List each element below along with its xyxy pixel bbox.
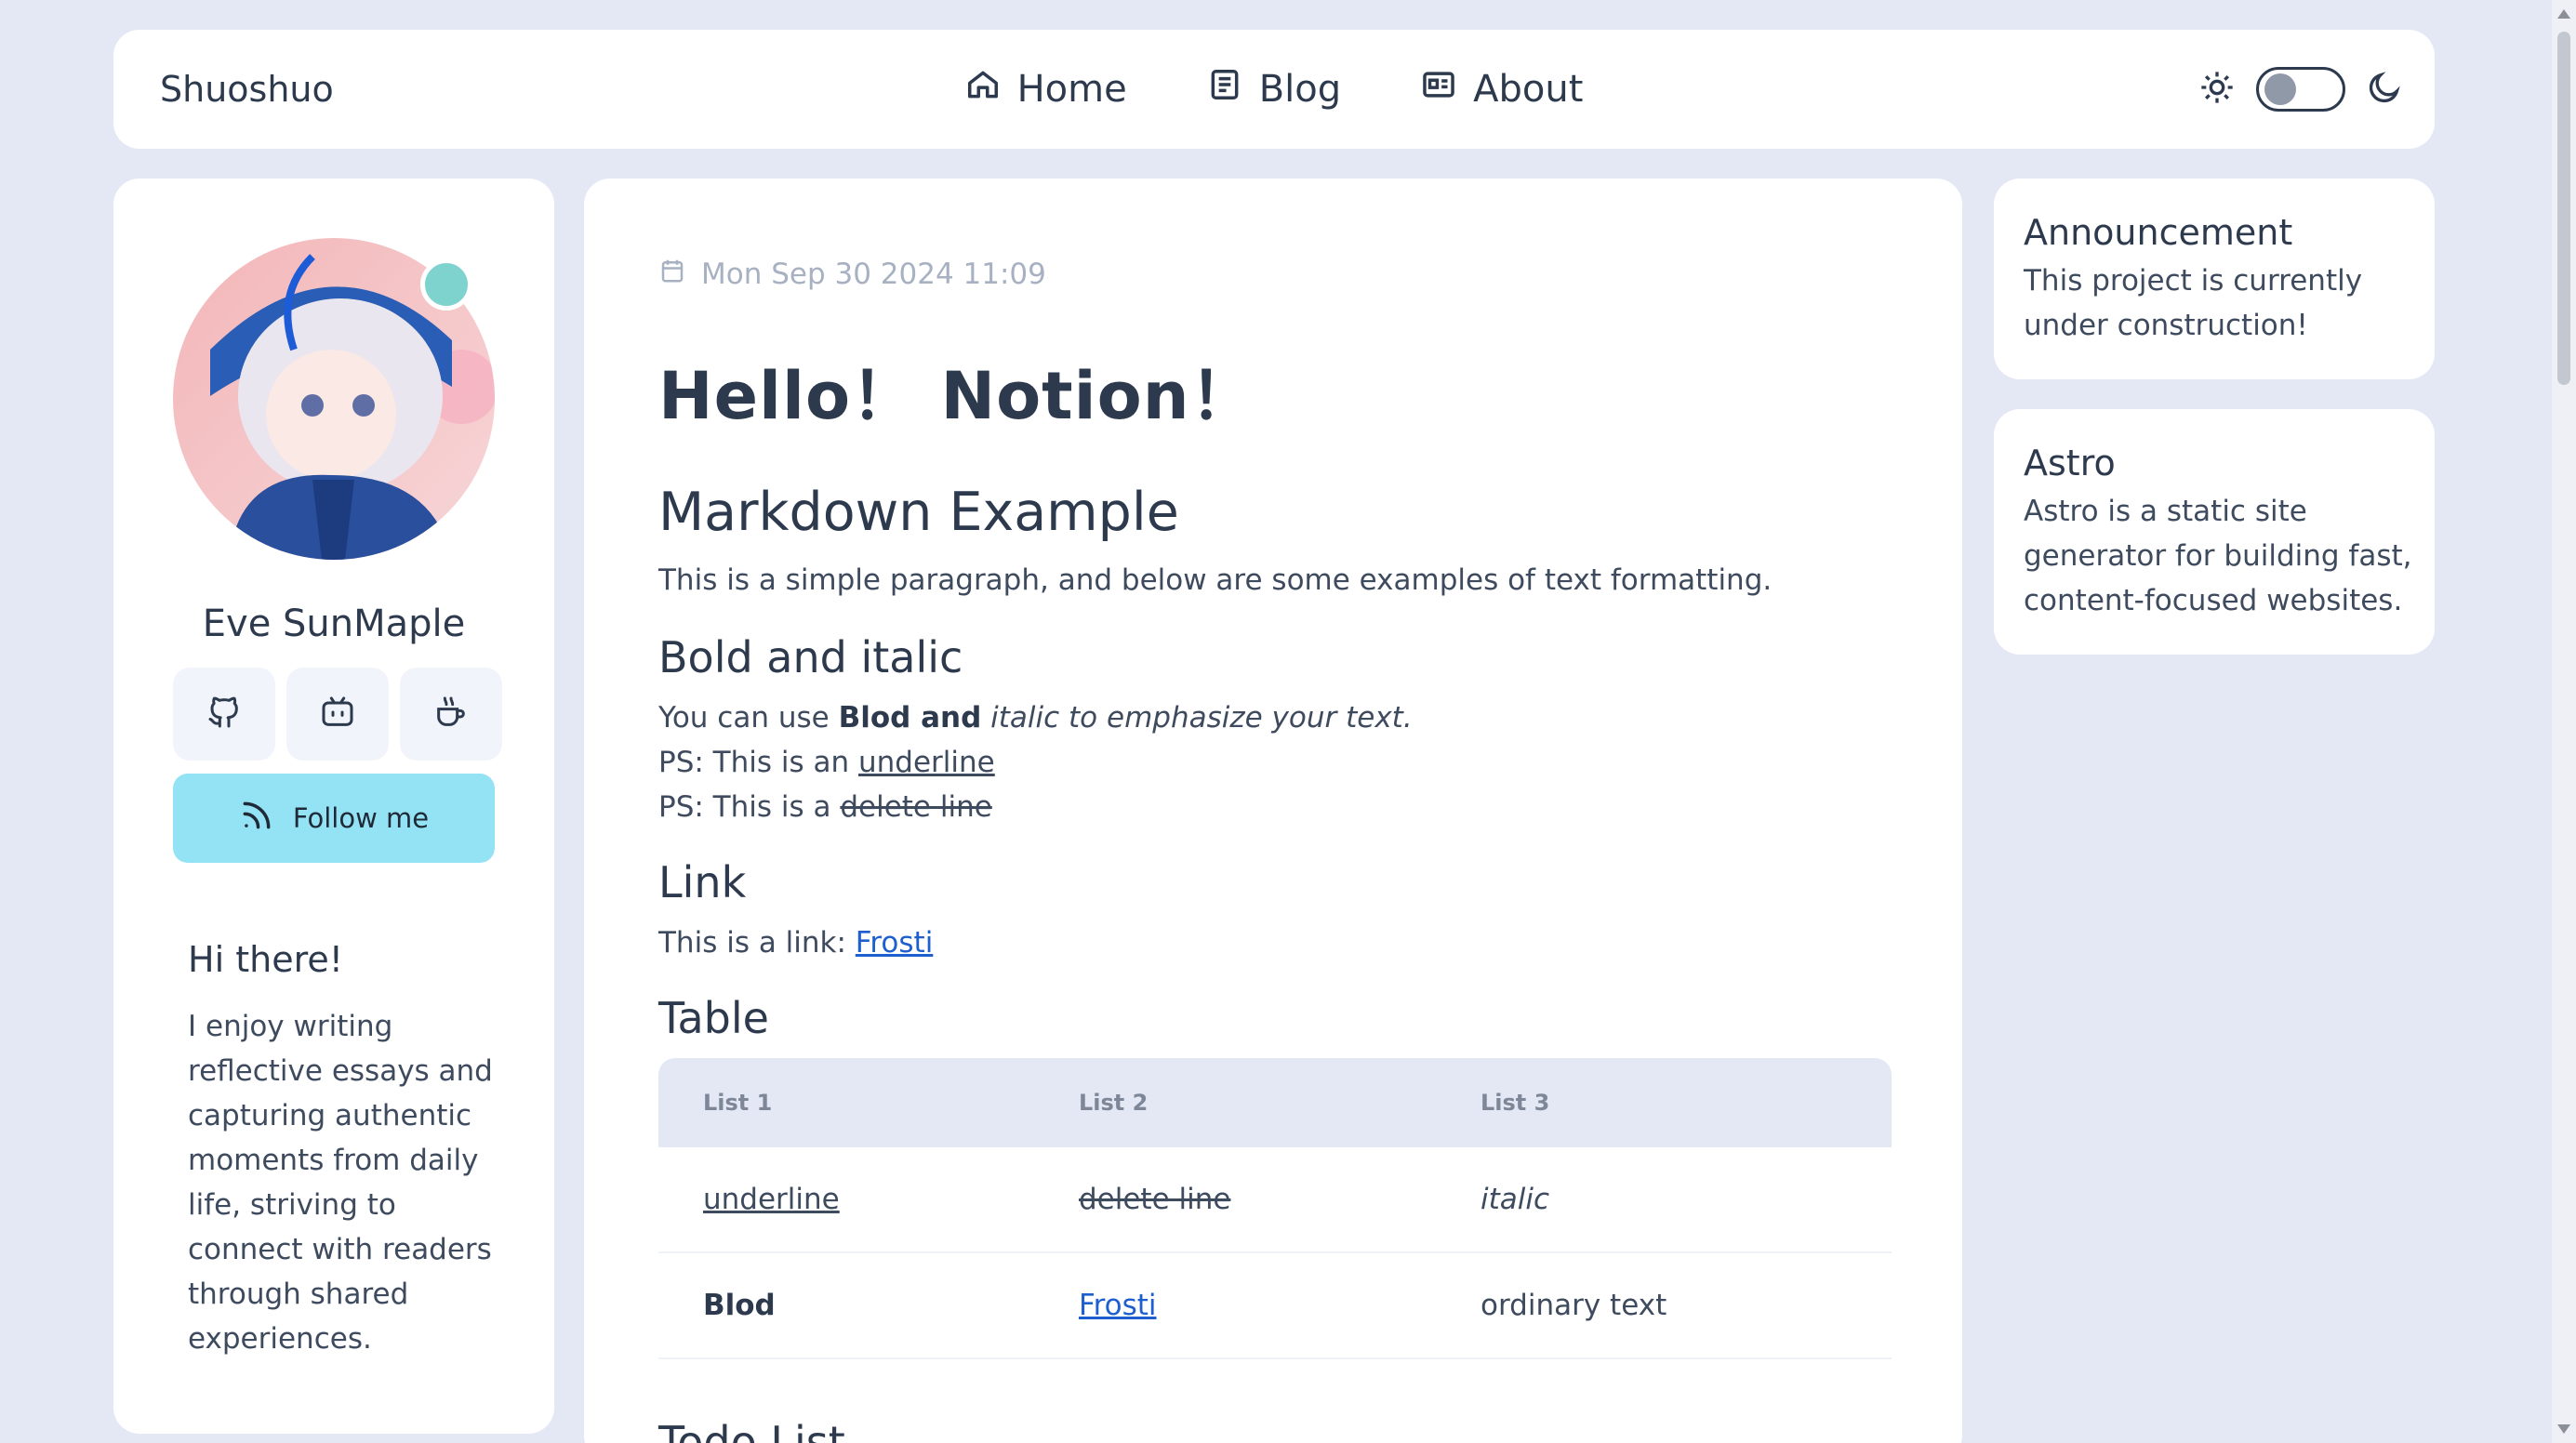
bold-italic-heading: Bold and italic — [658, 632, 963, 682]
underline-prefix: PS: This is an — [658, 746, 858, 779]
bilibili-icon — [319, 694, 356, 735]
document-icon — [1207, 67, 1242, 112]
table-header-cell: List 1 — [658, 1058, 1034, 1147]
table-bold-text: Blod — [703, 1289, 776, 1322]
rss-icon — [239, 798, 274, 840]
follow-me-label: Follow me — [292, 802, 430, 834]
post-date-text: Mon Sep 30 2024 11:09 — [701, 258, 1046, 291]
post-date: Mon Sep 30 2024 11:09 — [658, 257, 1046, 292]
profile-name: Eve SunMaple — [202, 602, 466, 645]
astro-title: Astro — [2024, 443, 2116, 483]
table-frosti-link[interactable]: Frosti — [1079, 1289, 1157, 1322]
announcement-text: This project is currently under construc… — [2024, 264, 2363, 342]
table-cell: underline — [658, 1147, 1034, 1253]
link-prefix: This is a link: — [658, 926, 856, 960]
table-strikethrough-text: delete line — [1079, 1183, 1231, 1216]
online-status-dot — [420, 258, 472, 311]
table-cell: italic — [1436, 1147, 1892, 1253]
home-icon — [965, 67, 1001, 112]
link-line: This is a link: Frosti — [658, 920, 1892, 965]
toggle-knob — [2264, 73, 2296, 105]
markdown-heading: Markdown Example — [658, 482, 1179, 543]
strikethrough-text: delete line — [840, 790, 992, 824]
todo-list-heading: Todo List — [658, 1417, 845, 1443]
page-scrollbar[interactable] — [2552, 0, 2576, 1443]
follow-me-button[interactable]: Follow me — [173, 774, 495, 863]
table-italic-text: italic — [1481, 1183, 1550, 1216]
id-card-icon — [1421, 67, 1456, 112]
intro-title: Hi there! — [188, 939, 343, 980]
delete-prefix: PS: This is a — [658, 790, 841, 824]
scroll-up-arrow[interactable] — [2557, 9, 2570, 19]
announcement-title: Announcement — [2024, 212, 2293, 253]
table-header-cell: List 2 — [1034, 1058, 1436, 1147]
underline-line: PS: This is an underline — [658, 740, 1892, 785]
moon-icon — [2366, 69, 2403, 110]
astro-card: Astro Astro is a static site generator f… — [1994, 409, 2435, 655]
nav-about-link[interactable]: About — [1421, 67, 1583, 112]
table-header-cell: List 3 — [1436, 1058, 1892, 1147]
table-underline-text: underline — [703, 1183, 840, 1216]
intro-text: I enjoy writing reflective essays and ca… — [188, 1010, 493, 1356]
table-cell: ordinary text — [1436, 1253, 1892, 1359]
intro-paragraph: This is a simple paragraph, and below ar… — [658, 563, 1773, 597]
astro-text: Astro is a static site generator for bui… — [2024, 495, 2412, 617]
bold-line-prefix: You can use — [658, 701, 839, 735]
profile-card: Eve SunMaple Follow me Hi there! I enjoy… — [113, 179, 554, 1434]
nav-links: Home Blog About — [113, 67, 2435, 112]
social-links — [173, 668, 502, 761]
table-row: underline delete line italic — [658, 1147, 1892, 1253]
post-title: Hello！ Notion！ — [658, 358, 1256, 434]
nav-home-link[interactable]: Home — [965, 67, 1127, 112]
github-button[interactable] — [173, 668, 275, 761]
table-cell: Frosti — [1034, 1253, 1436, 1359]
sun-icon — [2198, 69, 2236, 110]
table-header-row: List 1 List 2 List 3 — [658, 1058, 1892, 1147]
calendar-icon — [658, 257, 686, 292]
theme-toggle[interactable] — [2256, 67, 2345, 112]
bilibili-button[interactable] — [286, 668, 389, 761]
markdown-table: List 1 List 2 List 3 underline delete li… — [658, 1058, 1892, 1359]
table-row: Blod Frosti ordinary text — [658, 1253, 1892, 1359]
nav-home-label: Home — [1016, 68, 1127, 111]
nav-blog-label: Blog — [1258, 68, 1342, 111]
bold-italic-line: You can use Blod and italic to emphasize… — [658, 695, 1892, 740]
coffee-button[interactable] — [400, 668, 502, 761]
table-heading: Table — [658, 993, 769, 1043]
post-card: Mon Sep 30 2024 11:09 Hello！ Notion！ Mar… — [584, 179, 1962, 1443]
top-navbar: Shuoshuo Home Blog About — [113, 30, 2435, 149]
delete-line: PS: This is a delete line — [658, 785, 1892, 829]
table-cell: Blod — [658, 1253, 1034, 1359]
frosti-link[interactable]: Frosti — [856, 926, 934, 960]
nav-about-label: About — [1473, 68, 1584, 111]
table-cell: delete line — [1034, 1147, 1436, 1253]
table-plain-text: ordinary text — [1481, 1289, 1667, 1322]
avatar-container — [173, 238, 495, 560]
link-heading: Link — [658, 857, 747, 907]
underline-text: underline — [858, 746, 995, 779]
coffee-icon — [432, 694, 470, 735]
italic-text: italic to emphasize your text. — [981, 701, 1413, 735]
scroll-thumb[interactable] — [2557, 32, 2570, 385]
github-icon — [206, 694, 243, 735]
theme-switcher — [2198, 67, 2403, 112]
nav-blog-link[interactable]: Blog — [1207, 67, 1341, 112]
post-content: Markdown Example This is a simple paragr… — [658, 474, 1892, 1443]
bold-text: Blod and — [838, 701, 982, 735]
announcement-card: Announcement This project is currently u… — [1994, 179, 2435, 379]
scroll-down-arrow[interactable] — [2557, 1424, 2570, 1434]
